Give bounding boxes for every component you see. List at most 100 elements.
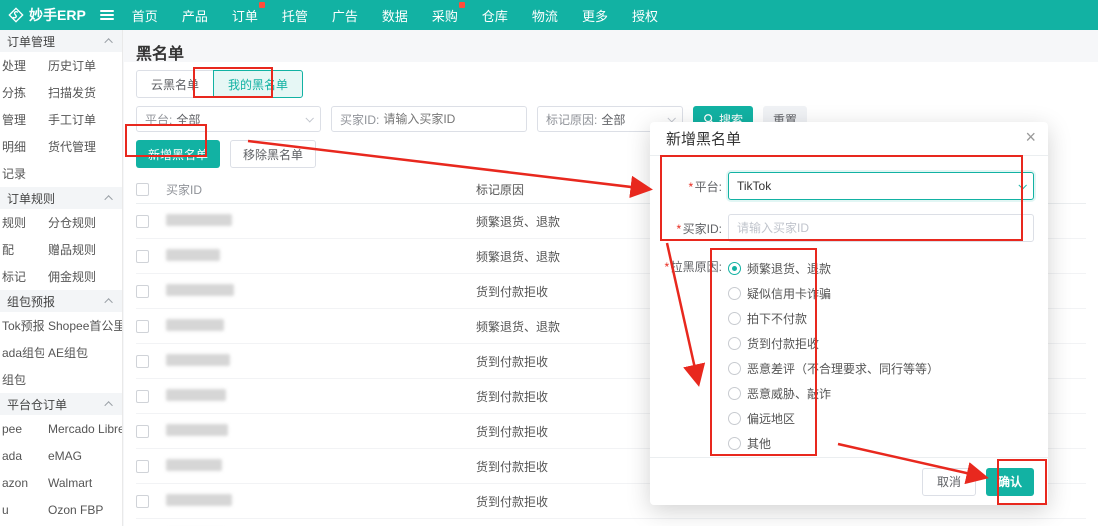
sidebar-item[interactable]: 明细 [0,138,44,155]
required-asterisk: * [664,260,669,274]
add-blacklist-modal: 新增黑名单 × *平台: TikTok *买家ID: *拉黑原因: 频繁退货、退… [650,122,1048,505]
close-icon[interactable]: × [1025,128,1036,146]
sidebar-item[interactable]: pee [0,422,44,436]
reason-label: 拉黑原因: [670,260,723,274]
reason-radio-no-payment[interactable]: 拍下不付款 [728,306,1034,331]
row-checkbox[interactable] [136,214,149,228]
cancel-button[interactable]: 取消 [921,467,976,496]
reason-radio-remote-area[interactable]: 偏远地区 [728,406,1034,431]
row-checkbox[interactable] [136,494,149,508]
sidebar-item[interactable]: u [0,503,44,517]
nav-item-orders[interactable]: 订单 [232,1,265,25]
row-checkbox[interactable] [136,354,149,368]
radio-checked-icon [728,262,741,275]
tab-my-blacklist[interactable]: 我的黑名单 [213,70,304,98]
row-checkbox[interactable] [136,319,149,333]
radio-icon [728,287,741,300]
chevron-up-icon [104,38,113,47]
reason-radio-bad-review[interactable]: 恶意差评（不合理要求、同行等等） [728,356,1034,381]
reason-radio-card-fraud[interactable]: 疑似信用卡诈骗 [728,281,1034,306]
sidebar-item[interactable]: Ozon FBP [44,503,122,517]
sidebar-item[interactable]: 佣金规则 [44,268,122,285]
chevron-down-icon [305,114,314,123]
buyer-id-filter-field[interactable]: 买家ID: [331,106,527,132]
platform-field-row: * 平台: TikTok [664,172,1034,200]
row-checkbox[interactable] [136,459,149,473]
orders-badge [258,1,265,8]
confirm-button[interactable]: 确认 [985,467,1034,496]
nav-item-hosting[interactable]: 托管 [282,6,308,25]
sidebar-item[interactable]: 组包 [0,371,44,388]
sidebar-item-tiktok-forecast[interactable]: Tok预报HOT [0,317,44,334]
row-checkbox[interactable] [136,389,149,403]
tab-cloud-blacklist[interactable]: 云黑名单 [136,70,215,98]
sidebar-item[interactable]: Shopee首公里 [44,317,122,334]
row-checkbox[interactable] [136,284,149,298]
row-checkbox[interactable] [136,249,149,263]
buyer-id-redacted [166,353,230,366]
sidebar-item[interactable]: 扫描发货 [44,84,122,101]
sidebar-item[interactable]: 配 [0,241,44,258]
radio-icon [728,437,741,450]
sidebar-item[interactable]: 标记 [0,268,44,285]
nav-item-ads[interactable]: 广告 [332,6,358,25]
chevron-up-icon [104,401,113,410]
nav-item-logistics[interactable]: 物流 [532,6,558,25]
buyer-id-input[interactable] [728,214,1034,242]
sidebar-item[interactable]: 货代管理 [44,138,122,155]
sidebar-item[interactable]: 赠品规则 [44,241,122,258]
sidebar-item[interactable]: Walmart [44,476,122,490]
chevron-down-icon [1018,181,1027,190]
sidebar-item[interactable]: Mercado Libre [44,422,122,436]
reason-radio-frequent-returns[interactable]: 频繁退货、退款 [728,256,1034,281]
sidebar-item[interactable]: 分拣 [0,84,44,101]
sidebar-section-pack-forecast[interactable]: 组包预报 [0,290,122,312]
buyer-id-filter-input[interactable] [383,112,518,126]
sidebar-item[interactable]: eMAG [44,449,122,463]
col-buyer-id: 买家ID [166,183,203,197]
chevron-up-icon [104,195,113,204]
sidebar-item[interactable]: 记录 [0,165,44,182]
reason-field-row: * 拉黑原因: 频繁退货、退款 疑似信用卡诈骗 拍下不付款 货到付款拒收 恶意差评… [664,256,1034,456]
nav-item-products[interactable]: 产品 [182,6,208,25]
sidebar-item[interactable]: AE组包 [44,344,122,361]
radio-icon [728,337,741,350]
row-checkbox[interactable] [136,424,149,438]
add-blacklist-button[interactable]: 新增黑名单 [136,140,221,168]
sidebar-item[interactable]: 分仓规则 [44,214,122,231]
nav-item-more[interactable]: 更多 [582,6,608,25]
sidebar-item[interactable]: azon [0,476,44,490]
buyer-id-redacted [166,458,222,471]
nav-item-data[interactable]: 数据 [382,6,408,25]
sidebar-section-order-management[interactable]: 订单管理 [0,30,122,52]
sidebar-section-platform-orders[interactable]: 平台仓订单 [0,393,122,415]
reason-radio-other[interactable]: 其他 [728,431,1034,456]
sidebar-item[interactable]: 处理 [0,57,44,74]
buyer-id-redacted [166,283,234,296]
sidebar-item[interactable]: 手工订单 [44,111,122,128]
logo-text: 妙手ERP [29,7,86,23]
modal-footer: 取消 确认 [650,457,1048,505]
platform-filter-select[interactable]: 平台: 全部 [136,106,321,132]
nav-item-warehouse[interactable]: 仓库 [482,6,508,25]
nav-item-auth[interactable]: 授权 [632,6,658,25]
sidebar-section-order-rules[interactable]: 订单规则 [0,187,122,209]
sidebar-item[interactable]: ada [0,449,44,463]
reason-radio-threats[interactable]: 恶意威胁、敲诈 [728,381,1034,406]
select-all-checkbox[interactable] [136,183,149,196]
menu-icon[interactable] [99,10,114,20]
radio-icon [728,412,741,425]
buyer-id-redacted [166,213,232,226]
radio-icon [728,387,741,400]
sidebar: 订单管理 处理 历史订单 分拣 扫描发货 管理 手工订单 明细 货代管理 记录 订单规则… [0,30,123,526]
remove-blacklist-button[interactable]: 移除黑名单 [230,140,317,168]
reason-radio-cod-rejected[interactable]: 货到付款拒收 [728,331,1034,356]
radio-icon [728,312,741,325]
sidebar-item[interactable]: 规则 [0,214,44,231]
sidebar-item[interactable]: 管理 [0,111,44,128]
sidebar-item[interactable]: ada组包 [0,344,44,361]
sidebar-item[interactable]: 历史订单 [44,57,122,74]
nav-item-home[interactable]: 首页 [132,6,158,25]
nav-item-purchase[interactable]: 采购 [432,1,465,25]
platform-select[interactable]: TikTok [728,172,1034,200]
